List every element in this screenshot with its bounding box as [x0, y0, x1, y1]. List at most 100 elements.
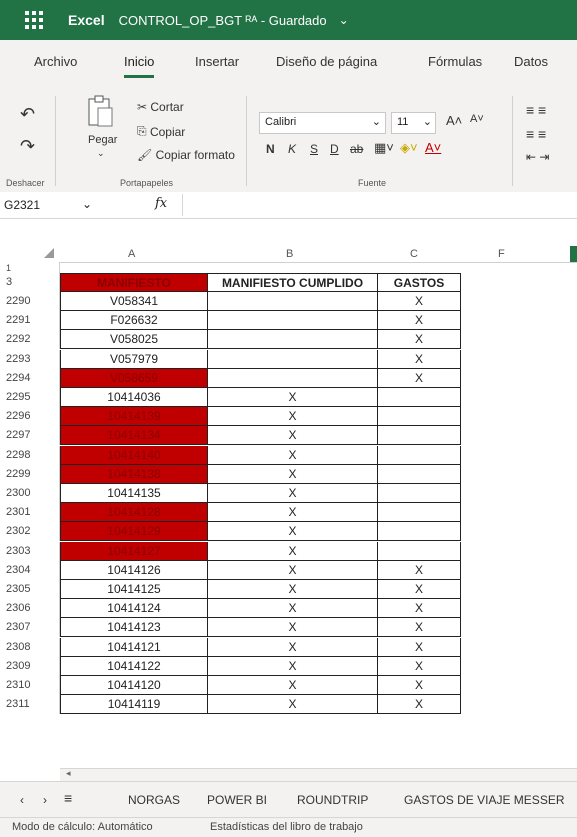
column-header-b[interactable]: B: [286, 248, 293, 260]
next-sheet-icon[interactable]: ›: [43, 793, 47, 807]
sheet-tab-roundtrip[interactable]: ROUNDTRIP: [297, 793, 368, 807]
scroll-left-icon[interactable]: ◂: [66, 768, 71, 779]
row-number[interactable]: 3: [0, 273, 60, 292]
row-number[interactable]: 2300: [0, 484, 60, 503]
tab-archivo[interactable]: Archivo: [34, 54, 77, 69]
cell-manifiesto-cumplido[interactable]: X: [207, 445, 377, 465]
redo-icon[interactable]: ↷: [20, 136, 35, 157]
cell-gastos[interactable]: [377, 484, 461, 503]
cell-manifiesto-cumplido[interactable]: X: [207, 676, 377, 695]
grow-font-button[interactable]: A˄: [446, 113, 462, 128]
cell-gastos[interactable]: [377, 407, 461, 427]
cell-manifiesto-cumplido[interactable]: X: [207, 464, 377, 484]
cell-gastos[interactable]: [377, 541, 461, 561]
cell-manifiesto[interactable]: V057979: [60, 349, 207, 369]
shrink-font-button[interactable]: A˅: [470, 113, 484, 125]
row-number[interactable]: 2293: [0, 349, 60, 369]
cell-manifiesto-cumplido[interactable]: [207, 311, 377, 331]
paste-icon[interactable]: [85, 94, 115, 128]
indent-icon[interactable]: ⇤ ⇥: [526, 150, 549, 164]
cell-manifiesto[interactable]: 10414036: [60, 388, 207, 407]
app-launcher-icon[interactable]: [22, 8, 46, 32]
tab-inicio[interactable]: Inicio: [124, 54, 155, 78]
cell-gastos[interactable]: X: [377, 580, 461, 599]
row-number[interactable]: 2311: [0, 695, 60, 715]
cell-gastos[interactable]: X: [377, 695, 461, 715]
cell-gastos[interactable]: [377, 426, 461, 446]
row-number[interactable]: 2304: [0, 560, 60, 580]
cell-manifiesto-cumplido[interactable]: X: [207, 599, 377, 619]
row-number[interactable]: 2291: [0, 311, 60, 331]
chevron-down-icon[interactable]: ⌄: [339, 13, 349, 27]
select-all-icon[interactable]: [44, 248, 54, 258]
row-number[interactable]: 2296: [0, 407, 60, 427]
cell-manifiesto[interactable]: 10414125: [60, 580, 207, 599]
column-header-a[interactable]: A: [128, 248, 135, 260]
cell-gastos[interactable]: X: [377, 656, 461, 676]
cell-gastos[interactable]: X: [377, 637, 461, 657]
row-number[interactable]: 2299: [0, 464, 60, 484]
cell-gastos[interactable]: X: [377, 560, 461, 580]
cell-manifiesto[interactable]: 10414128: [60, 503, 207, 523]
horizontal-scrollbar[interactable]: ◂: [60, 768, 577, 782]
cell-gastos[interactable]: X: [377, 676, 461, 695]
row-number[interactable]: 2307: [0, 618, 60, 638]
cell-manifiesto-cumplido[interactable]: X: [207, 407, 377, 427]
app-name[interactable]: Excel: [68, 12, 105, 28]
cell-manifiesto[interactable]: 10414140: [60, 445, 207, 465]
copy-button[interactable]: ⎘ Copiar: [137, 124, 185, 139]
header-manifiesto-cumplido[interactable]: MANIFIESTO CUMPLIDO: [207, 273, 377, 292]
underline-button[interactable]: S: [310, 142, 318, 156]
bold-button[interactable]: N: [266, 142, 275, 156]
tab-datos[interactable]: Datos: [514, 54, 548, 69]
cell-manifiesto-cumplido[interactable]: [207, 368, 377, 388]
row-number[interactable]: 2295: [0, 388, 60, 407]
strikethrough-button[interactable]: ab: [350, 142, 363, 156]
cell-gastos[interactable]: [377, 445, 461, 465]
row-number[interactable]: 2310: [0, 676, 60, 695]
cell-gastos[interactable]: X: [377, 330, 461, 350]
row-number[interactable]: 2297: [0, 426, 60, 446]
cell-manifiesto[interactable]: 10414126: [60, 560, 207, 580]
calc-mode[interactable]: Modo de cálculo: Automático: [12, 821, 153, 833]
cell-manifiesto-cumplido[interactable]: X: [207, 503, 377, 523]
cell-manifiesto[interactable]: 10414119: [60, 695, 207, 715]
cell-manifiesto-cumplido[interactable]: X: [207, 656, 377, 676]
cell-gastos[interactable]: [377, 388, 461, 407]
cell-manifiesto[interactable]: V058341: [60, 292, 207, 311]
cell-manifiesto-cumplido[interactable]: X: [207, 637, 377, 657]
font-color-icon[interactable]: A˅: [425, 140, 441, 155]
cell-manifiesto[interactable]: 10414135: [60, 484, 207, 503]
cell-gastos[interactable]: X: [377, 292, 461, 311]
prev-sheet-icon[interactable]: ‹: [20, 793, 24, 807]
row-number[interactable]: 2305: [0, 580, 60, 599]
row-number[interactable]: 2290: [0, 292, 60, 311]
cell-manifiesto[interactable]: 10414124: [60, 599, 207, 619]
cell-gastos[interactable]: X: [377, 599, 461, 619]
cell-manifiesto-cumplido[interactable]: [207, 330, 377, 350]
cell-manifiesto[interactable]: 10414138: [60, 464, 207, 484]
tab-diseno-pagina[interactable]: Diseño de página: [276, 54, 377, 69]
cell-manifiesto[interactable]: V058025: [60, 330, 207, 350]
row-number[interactable]: 2301: [0, 503, 60, 523]
cell-manifiesto[interactable]: 10414123: [60, 618, 207, 638]
cell-gastos[interactable]: [377, 522, 461, 542]
row-number[interactable]: 2308: [0, 637, 60, 657]
double-underline-button[interactable]: D: [330, 142, 339, 156]
workbook-stats[interactable]: Estadísticas del libro de trabajo: [210, 821, 363, 833]
cell-manifiesto-cumplido[interactable]: X: [207, 618, 377, 638]
align-top-icon[interactable]: ≡ ≡: [526, 102, 546, 118]
undo-icon[interactable]: ↶: [20, 104, 35, 125]
cell-manifiesto[interactable]: 10414134: [60, 426, 207, 446]
tab-insertar[interactable]: Insertar: [195, 54, 239, 69]
cell-manifiesto-cumplido[interactable]: X: [207, 388, 377, 407]
cell-gastos[interactable]: [377, 503, 461, 523]
header-manifiesto[interactable]: MANIFIESTO: [60, 273, 207, 292]
borders-icon[interactable]: ▦˅: [374, 140, 394, 156]
cell-manifiesto[interactable]: 10414121: [60, 637, 207, 657]
font-name-dropdown[interactable]: Calibri ⌄: [259, 112, 386, 134]
format-painter-button[interactable]: 🖌 Copiar formato: [137, 148, 235, 162]
document-title[interactable]: CONTROL_OP_BGT ᴿᴬ - Guardado: [119, 13, 327, 28]
cell-manifiesto[interactable]: 10414122: [60, 656, 207, 676]
name-box[interactable]: G2321 ⌄: [0, 194, 110, 216]
